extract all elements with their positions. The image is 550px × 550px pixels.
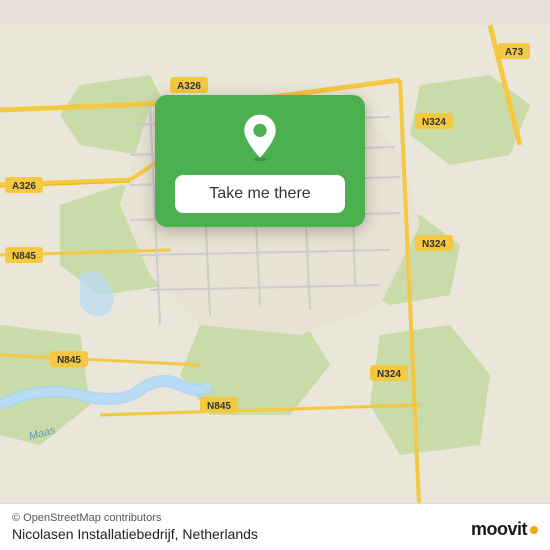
location-name-label: Nicolasen Installatiebedrijf, Netherland… xyxy=(12,526,538,542)
moovit-logo-text: moovit xyxy=(471,519,527,540)
svg-text:N845: N845 xyxy=(207,401,231,412)
location-pin-icon xyxy=(236,113,284,161)
svg-text:N324: N324 xyxy=(422,117,446,128)
take-me-there-button[interactable]: Take me there xyxy=(175,175,345,213)
svg-text:A326: A326 xyxy=(177,81,201,92)
map-background: A326 A73 A326 N324 N324 N324 N845 N845 N… xyxy=(0,0,550,550)
svg-text:A326: A326 xyxy=(12,181,36,192)
svg-text:N324: N324 xyxy=(377,369,401,380)
svg-text:N324: N324 xyxy=(422,239,446,250)
moovit-branding: moovit xyxy=(471,519,538,540)
svg-text:N845: N845 xyxy=(57,355,81,366)
svg-text:N845: N845 xyxy=(12,251,36,262)
map-container: A326 A73 A326 N324 N324 N324 N845 N845 N… xyxy=(0,0,550,550)
moovit-logo-dot xyxy=(530,526,538,534)
svg-text:A73: A73 xyxy=(505,47,524,58)
bottom-info-bar: © OpenStreetMap contributors Nicolasen I… xyxy=(0,503,550,550)
location-card[interactable]: Take me there xyxy=(155,95,365,227)
map-attribution: © OpenStreetMap contributors xyxy=(12,512,538,524)
